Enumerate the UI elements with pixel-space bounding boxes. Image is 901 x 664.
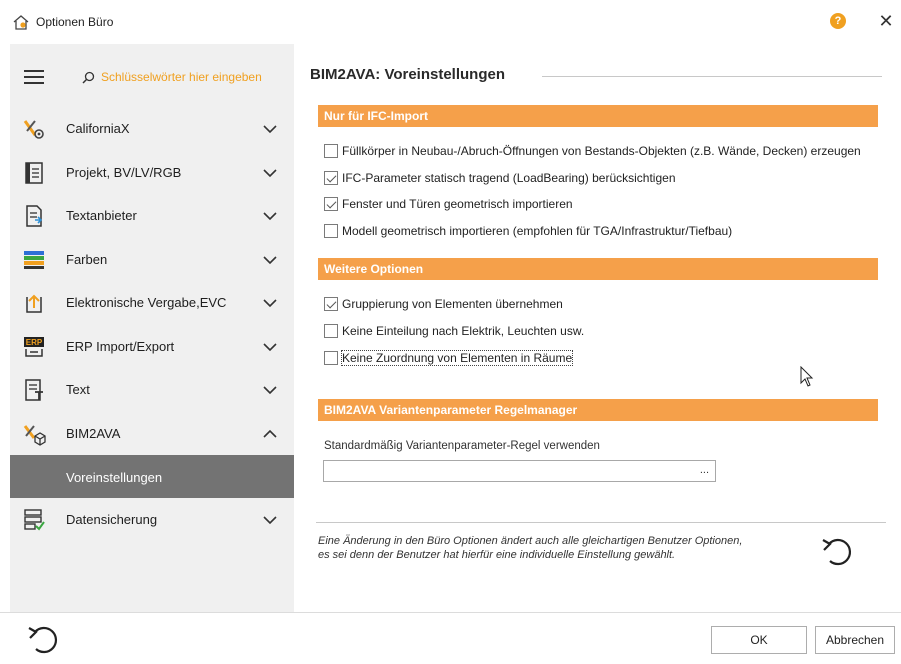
checkbox-label: IFC-Parameter statisch tragend (LoadBear…: [342, 171, 676, 185]
sidebar-item-projekt[interactable]: Projekt, BV/LV/RGB: [10, 151, 294, 195]
sidebar-item-label: Textanbieter: [66, 208, 137, 223]
chevron-down-icon[interactable]: [262, 167, 278, 179]
section-header-ifc-import: Nur für IFC-Import: [318, 105, 878, 127]
sidebar-item-label: Datensicherung: [66, 512, 158, 527]
chevron-down-icon[interactable]: [262, 210, 278, 222]
cancel-button[interactable]: Abbrechen: [815, 626, 895, 654]
sidebar-item-label: Voreinstellungen: [66, 470, 163, 485]
checkbox[interactable]: [324, 351, 338, 365]
checkbox-label: Modell geometrisch importieren (empfohle…: [342, 224, 733, 238]
section-header-weitere-optionen: Weitere Optionen: [318, 258, 878, 280]
info-note-line: Eine Änderung in den Büro Optionen änder…: [318, 535, 743, 547]
checkbox-label: Gruppierung von Elementen übernehmen: [342, 297, 563, 311]
option-modell-geometrisch[interactable]: Modell geometrisch importieren (empfohle…: [324, 222, 732, 240]
sidebar-item-bim2ava[interactable]: BIM2AVA: [10, 412, 294, 456]
footer-divider: [0, 612, 901, 613]
sidebar-item-label: Projekt, BV/LV/RGB: [66, 164, 182, 180]
main-panel: BIM2AVA: Voreinstellungen Nur für IFC-Im…: [296, 44, 901, 612]
checkbox[interactable]: [324, 224, 338, 238]
option-keine-einteilung[interactable]: Keine Einteilung nach Elektrik, Leuchten…: [324, 322, 584, 340]
sidebar-item-californiax[interactable]: CaliforniaX: [10, 107, 294, 151]
text-provider-icon: [26, 205, 43, 227]
reset-icon[interactable]: [820, 534, 854, 568]
checkbox[interactable]: [324, 324, 338, 338]
search-box[interactable]: Schlüsselwörter hier eingeben: [82, 68, 262, 86]
nav-list: CaliforniaX Projekt, BV/LV/RGB Textanbie…: [10, 107, 294, 542]
info-note-line: es sei denn der Benutzer hat hierfür ein…: [318, 549, 676, 561]
option-keine-zuordnung[interactable]: Keine Zuordnung von Elementen in Räume: [324, 349, 574, 367]
checkbox[interactable]: [324, 171, 338, 185]
info-note: Eine Änderung in den Büro Optionen änder…: [318, 534, 798, 562]
sidebar-item-label: Text: [66, 382, 90, 397]
browse-button[interactable]: ...: [700, 464, 709, 476]
option-gruppierung[interactable]: Gruppierung von Elementen übernehmen: [324, 295, 563, 313]
search-input[interactable]: Schlüsselwörter hier eingeben: [101, 70, 262, 84]
section-header-regelmanager: BIM2AVA Variantenparameter Regelmanager: [318, 399, 878, 421]
sidebar-item-textanbieter[interactable]: Textanbieter: [10, 194, 294, 238]
checkbox-label: Fenster und Türen geometrisch importiere…: [342, 197, 573, 211]
title-divider: [542, 76, 882, 77]
search-icon: [82, 71, 95, 84]
checkbox-label: Keine Einteilung nach Elektrik, Leuchten…: [342, 324, 585, 338]
ok-button[interactable]: OK: [711, 626, 807, 654]
field-label: Standardmäßig Variantenparameter-Regel v…: [324, 440, 600, 452]
mouse-cursor-icon: [800, 366, 814, 387]
californiax-icon: [23, 120, 44, 139]
variant-rule-input[interactable]: ...: [323, 460, 716, 482]
checkbox-label: Füllkörper in Neubau-/Abruch-Öffnungen v…: [342, 144, 861, 158]
sidebar-item-datensicherung[interactable]: Datensicherung: [10, 498, 294, 542]
sidebar-item-label: CaliforniaX: [66, 121, 130, 136]
option-loadbearing[interactable]: IFC-Parameter statisch tragend (LoadBear…: [324, 169, 676, 187]
chevron-down-icon[interactable]: [262, 384, 278, 396]
option-fuellkoerper[interactable]: Füllkörper in Neubau-/Abruch-Öffnungen v…: [324, 142, 861, 160]
sidebar-item-label: Farben: [66, 251, 108, 267]
svg-text:ERP: ERP: [26, 338, 43, 347]
text-format-icon: [25, 379, 43, 401]
undo-icon[interactable]: [26, 622, 60, 656]
chevron-down-icon[interactable]: [262, 123, 278, 135]
sidebar-item-evc[interactable]: Elektronische Vergabe,EVC: [10, 281, 294, 325]
sidebar-item-erp[interactable]: ERP ERP Import/Export: [10, 325, 294, 369]
sidebar-subitem-voreinstellungen[interactable]: Voreinstellungen: [10, 455, 294, 498]
project-document-icon: [25, 161, 43, 184]
chevron-down-icon[interactable]: [262, 297, 278, 309]
upload-icon: [26, 294, 42, 313]
checkbox[interactable]: [324, 144, 338, 158]
sidebar-item-label: ERP Import/Export: [66, 338, 175, 354]
sidebar-item-farben[interactable]: Farben: [10, 238, 294, 282]
help-icon[interactable]: ?: [830, 13, 846, 29]
hamburger-menu-icon[interactable]: [24, 70, 44, 84]
sidebar-item-label: BIM2AVA: [66, 425, 121, 441]
chevron-down-icon[interactable]: [262, 514, 278, 526]
checkbox[interactable]: [324, 197, 338, 211]
close-button[interactable]: ✕: [876, 11, 896, 31]
bim2ava-icon: [23, 424, 46, 446]
title-bar: Optionen Büro ? ✕: [0, 0, 901, 44]
chevron-up-icon[interactable]: [262, 428, 278, 440]
checkbox-label: Keine Zuordnung von Elementen in Räume: [340, 350, 574, 366]
divider: [316, 522, 886, 523]
sidebar-item-text[interactable]: Text: [10, 368, 294, 412]
chevron-down-icon[interactable]: [262, 341, 278, 353]
sidebar-item-label: Elektronische Vergabe,EVC: [66, 295, 227, 310]
checkbox[interactable]: [324, 297, 338, 311]
colors-icon: [24, 250, 44, 269]
erp-icon: ERP: [24, 336, 44, 357]
window-title: Optionen Büro: [36, 15, 114, 29]
page-title: BIM2AVA: Voreinstellungen: [310, 66, 512, 83]
backup-icon: [24, 509, 45, 531]
chevron-down-icon[interactable]: [262, 254, 278, 266]
sidebar: Schlüsselwörter hier eingeben California…: [10, 44, 294, 612]
option-fenster-tueren[interactable]: Fenster und Türen geometrisch importiere…: [324, 195, 573, 213]
home-gear-icon: [13, 15, 29, 30]
